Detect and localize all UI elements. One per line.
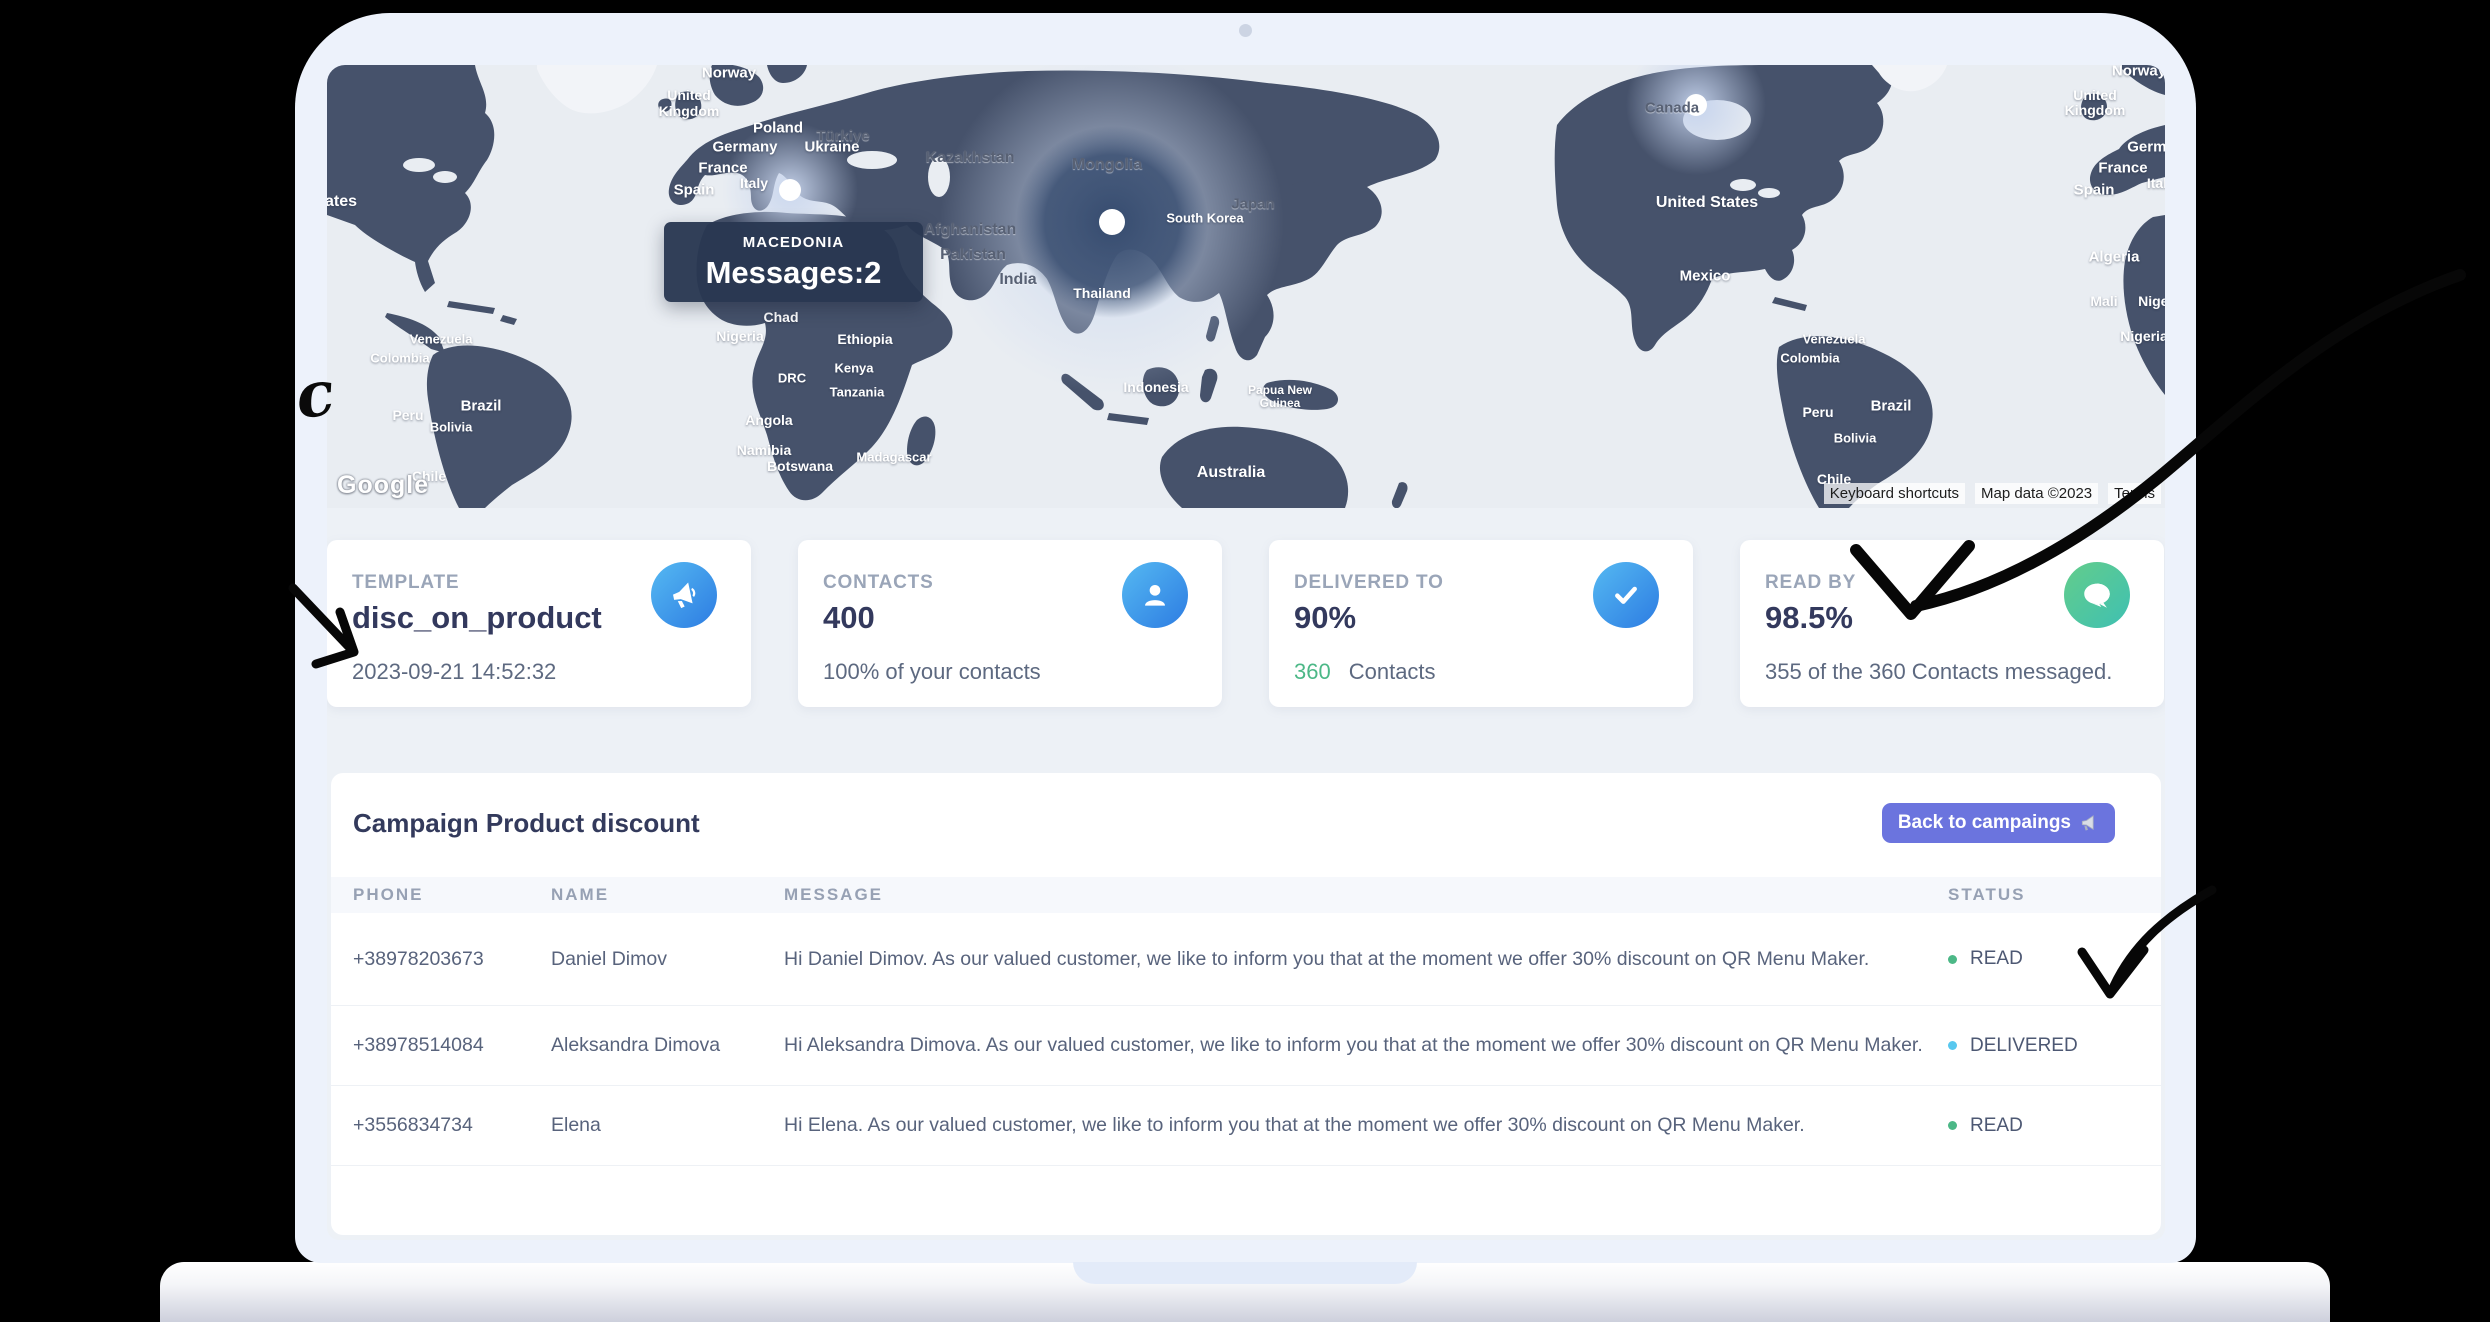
tooltip-messages: Messages:2	[664, 255, 923, 291]
column-header-message[interactable]: MESSAGE	[784, 885, 1948, 905]
stat-subtext: 2023-09-21 14:52:32	[352, 659, 556, 685]
column-header-phone[interactable]: PHONE	[353, 885, 551, 905]
status-dot	[1948, 1041, 1957, 1050]
stat-subtext: 100% of your contacts	[823, 659, 1041, 685]
table-row[interactable]: +38978203673Daniel DimovHi Daniel Dimov.…	[331, 913, 2161, 1006]
cell-status: READ	[1948, 948, 2161, 970]
check-icon	[1593, 562, 1659, 628]
terms-link[interactable]: Terms	[2108, 483, 2161, 504]
map-marker-europe[interactable]	[779, 179, 801, 201]
cell-phone: +3556834734	[353, 1114, 551, 1137]
stat-card-contacts: CONTACTS 400 100% of your contacts	[798, 540, 1222, 707]
column-header-status[interactable]: STATUS	[1948, 885, 2161, 905]
cell-status: DELIVERED	[1948, 1035, 2161, 1057]
table-header: PHONE NAME MESSAGE STATUS	[331, 877, 2161, 913]
status-label: DELIVERED	[1970, 1035, 2078, 1057]
stat-card-template: TEMPLATE disc_on_product 2023-09-21 14:5…	[327, 540, 751, 707]
cell-name: Daniel Dimov	[551, 948, 784, 971]
table-body: +38978203673Daniel DimovHi Daniel Dimov.…	[331, 913, 2161, 1166]
back-to-campaigns-button[interactable]: Back to campaings	[1882, 803, 2115, 843]
map-data-copyright: Map data ©2023	[1975, 483, 2098, 504]
cell-message: Hi Daniel Dimov. As our valued customer,…	[784, 948, 1948, 971]
status-dot	[1948, 955, 1957, 964]
chat-bubble-icon	[2064, 562, 2130, 628]
tooltip-country: MACEDONIA	[664, 234, 923, 251]
campaign-header: Campaign Product discount Back to campai…	[331, 773, 2161, 877]
map-marker-asia[interactable]	[1099, 209, 1125, 235]
status-label: READ	[1970, 1115, 2023, 1137]
cell-name: Aleksandra Dimova	[551, 1034, 784, 1057]
map-marker-canada[interactable]	[1685, 94, 1707, 116]
stat-card-read: READ BY 98.5% 355 of the 360 Contacts me…	[1740, 540, 2164, 707]
laptop-hinge-notch	[1073, 1262, 1417, 1284]
campaign-card: Campaign Product discount Back to campai…	[331, 773, 2161, 1235]
stat-subtext: 360Contacts	[1294, 659, 1436, 685]
status-dot	[1948, 1121, 1957, 1130]
status-label: READ	[1970, 948, 2023, 970]
cell-phone: +38978203673	[353, 948, 551, 971]
user-icon	[1122, 562, 1188, 628]
cell-message: Hi Aleksandra Dimova. As our valued cust…	[784, 1034, 1948, 1057]
cell-phone: +38978514084	[353, 1034, 551, 1057]
campaign-title: Campaign Product discount	[353, 808, 700, 839]
webcam-dot	[1239, 24, 1252, 37]
stats-row: TEMPLATE disc_on_product 2023-09-21 14:5…	[327, 540, 2165, 707]
stat-card-delivered: DELIVERED TO 90% 360Contacts	[1269, 540, 1693, 707]
stat-sub-highlight: 360	[1294, 659, 1331, 684]
world-map[interactable]: atesNorwayUnitedKingdomPolandGermanyUkra…	[327, 65, 2165, 508]
keyboard-shortcuts-link[interactable]: Keyboard shortcuts	[1824, 483, 1965, 504]
map-tooltip: MACEDONIA Messages:2	[664, 222, 923, 302]
cell-name: Elena	[551, 1114, 784, 1137]
stage: atesNorwayUnitedKingdomPolandGermanyUkra…	[0, 0, 2490, 1314]
stat-subtext: 355 of the 360 Contacts messaged.	[1765, 659, 2112, 685]
cell-status: READ	[1948, 1115, 2161, 1137]
megaphone-emoji-icon	[2079, 813, 2099, 833]
google-logo: Google	[337, 471, 429, 500]
dashboard-screen: atesNorwayUnitedKingdomPolandGermanyUkra…	[327, 65, 2165, 1240]
cell-message: Hi Elena. As our valued customer, we lik…	[784, 1114, 1948, 1137]
megaphone-icon	[651, 562, 717, 628]
table-row[interactable]: +3556834734ElenaHi Elena. As our valued …	[331, 1086, 2161, 1166]
column-header-name[interactable]: NAME	[551, 885, 784, 905]
world-map-svg	[327, 65, 2165, 508]
table-row[interactable]: +38978514084Aleksandra DimovaHi Aleksand…	[331, 1006, 2161, 1086]
